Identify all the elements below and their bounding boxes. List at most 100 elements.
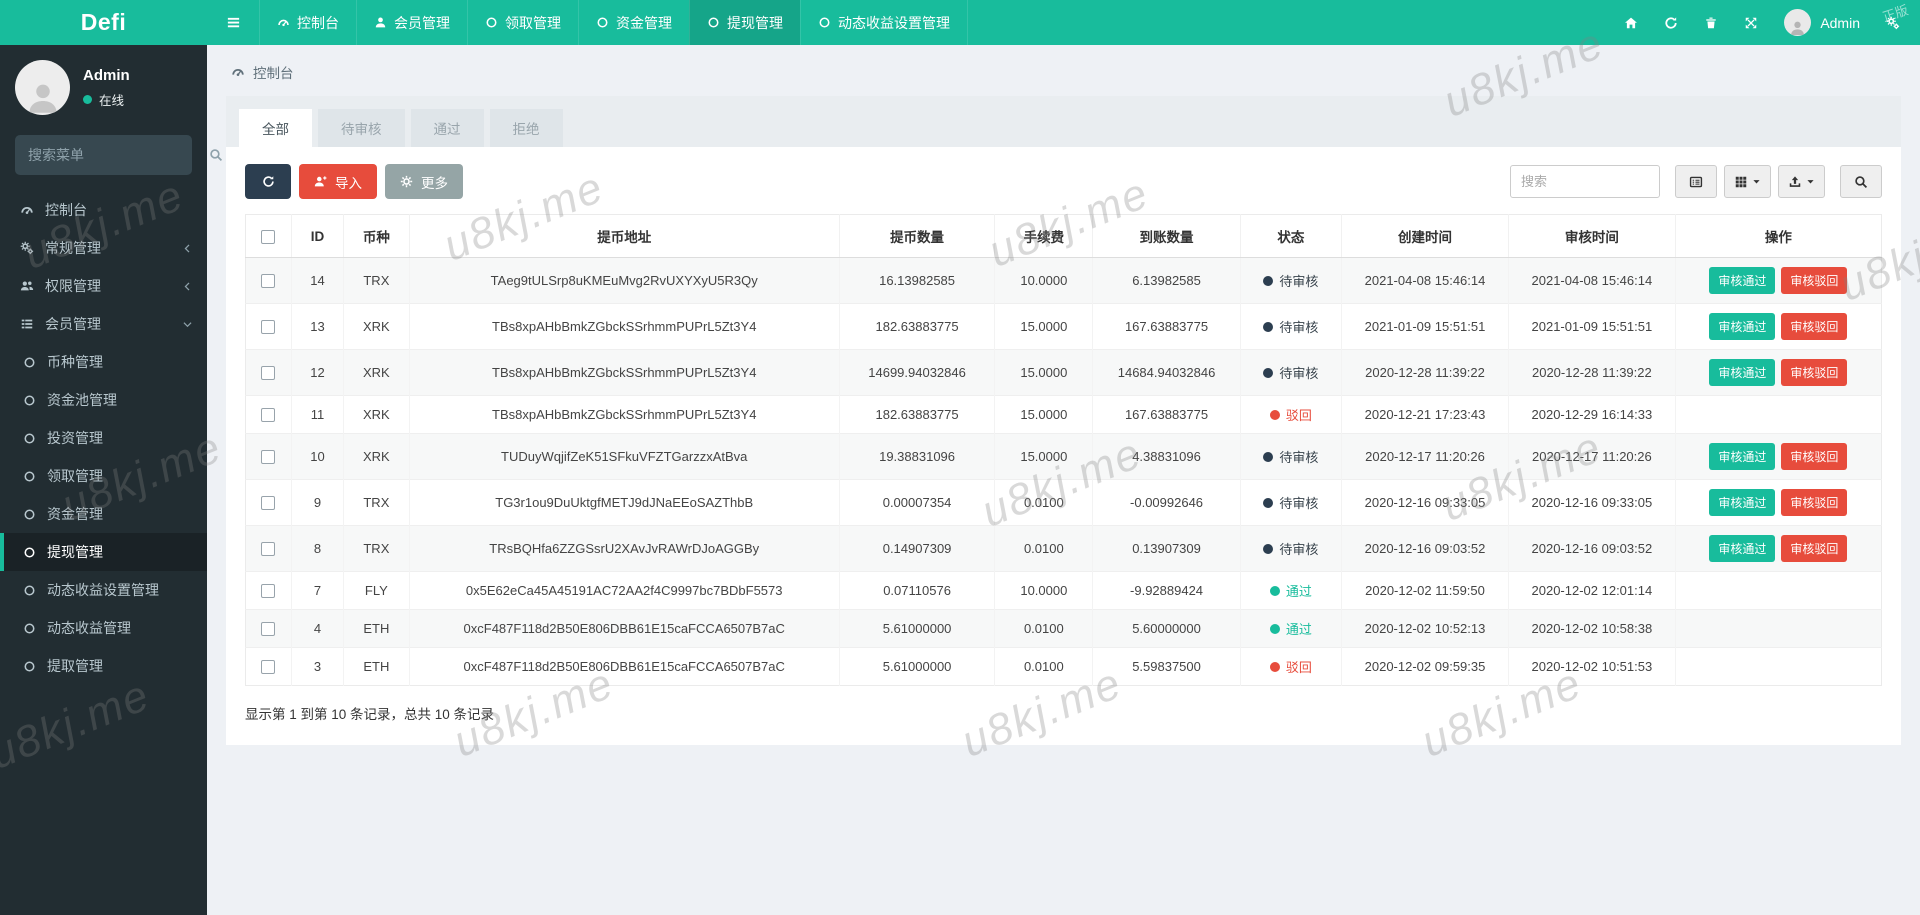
tab-inactive[interactable]: 拒绝	[490, 109, 563, 147]
row-checkbox[interactable]	[261, 622, 275, 636]
reject-button[interactable]: 审核驳回	[1781, 489, 1847, 516]
topnav-items: 控制台会员管理领取管理资金管理提现管理动态收益设置管理	[259, 0, 968, 45]
status-label: 通过	[1286, 619, 1312, 638]
row-actions: 审核通过审核驳回	[1675, 304, 1881, 350]
table-body: 14TRXTAeg9tULSrp8uKMEuMvg2RvUXYXyU5R3Qy1…	[246, 258, 1882, 686]
sidebar-item-sub[interactable]: 动态收益管理	[0, 609, 207, 647]
trash-icon[interactable]	[1704, 16, 1718, 30]
export-button[interactable]	[1778, 165, 1825, 198]
row-status: 待审核	[1240, 304, 1341, 350]
circle-o-icon	[818, 16, 831, 29]
tab-inactive[interactable]: 通过	[411, 109, 484, 147]
row-checkbox[interactable]	[261, 408, 275, 422]
row-checkbox[interactable]	[261, 542, 275, 556]
column-header: 到账数量	[1093, 215, 1240, 258]
sidebar-item-sub[interactable]: 领取管理	[0, 457, 207, 495]
circle-o-icon	[23, 546, 36, 559]
topnav-item[interactable]: 提现管理	[689, 0, 800, 45]
column-header: ID	[291, 215, 343, 258]
status-label: 待审核	[1279, 493, 1318, 512]
select-all-checkbox[interactable]	[261, 230, 275, 244]
approve-button[interactable]: 审核通过	[1709, 359, 1775, 386]
reject-button[interactable]: 审核驳回	[1781, 267, 1847, 294]
approve-button[interactable]: 审核通过	[1709, 267, 1775, 294]
row-arrival: 167.63883775	[1093, 304, 1240, 350]
topnav-item[interactable]: 会员管理	[356, 0, 467, 45]
row-checkbox[interactable]	[261, 496, 275, 510]
status-dot-icon	[1263, 368, 1273, 378]
topnav-item[interactable]: 资金管理	[578, 0, 689, 45]
sidebar-item-label: 提取管理	[47, 656, 103, 676]
row-checkbox[interactable]	[261, 584, 275, 598]
row-checkbox[interactable]	[261, 660, 275, 674]
search-icon[interactable]	[209, 148, 223, 162]
fullscreen-icon[interactable]	[1744, 16, 1758, 30]
sidebar: Admin 在线 控制台常规管理权限管理会员管理币种管理资金池管理投资管理领取管…	[0, 45, 207, 915]
table-search-input[interactable]	[1510, 165, 1660, 198]
row-select-cell	[246, 480, 292, 526]
row-address: TBs8xpAHbBmkZGbckSSrhmmPUPrL5Zt3Y4	[409, 396, 839, 434]
status-dot-icon	[1263, 322, 1273, 332]
row-address: 0x5E62eCa45A45191AC72AA2f4C9997bc7BDbF55…	[409, 572, 839, 610]
tab-inactive[interactable]: 待审核	[318, 109, 405, 147]
withdraw-panel: 全部待审核通过拒绝 导入 更多	[226, 96, 1901, 745]
sidebar-item-main[interactable]: 常规管理	[0, 229, 207, 267]
sidebar-search-input[interactable]	[28, 147, 209, 163]
topnav-item[interactable]: 控制台	[259, 0, 356, 45]
sidebar-item-main[interactable]: 权限管理	[0, 267, 207, 305]
refresh-icon[interactable]	[1664, 16, 1678, 30]
approve-button[interactable]: 审核通过	[1709, 443, 1775, 470]
sidebar-item-label: 控制台	[45, 200, 87, 220]
reject-button[interactable]: 审核驳回	[1781, 443, 1847, 470]
sidebar-item-label: 币种管理	[47, 352, 103, 372]
table-row: 9TRXTG3r1ou9DuUktgfMETJ9dJNaEEoSAZThbB0.…	[246, 480, 1882, 526]
search-button[interactable]	[1840, 165, 1882, 198]
topnav-item[interactable]: 动态收益设置管理	[800, 0, 968, 45]
import-button[interactable]: 导入	[299, 164, 377, 199]
sidebar-item-sub[interactable]: 提取管理	[0, 647, 207, 685]
cogs-icon[interactable]	[1886, 16, 1900, 30]
row-arrival: 14684.94032846	[1093, 350, 1240, 396]
topnav-item[interactable]: 领取管理	[467, 0, 578, 45]
refresh-button[interactable]	[245, 164, 291, 199]
reject-button[interactable]: 审核驳回	[1781, 313, 1847, 340]
user-menu[interactable]: Admin	[1784, 9, 1860, 36]
sidebar-item-sub[interactable]: 币种管理	[0, 343, 207, 381]
row-checkbox[interactable]	[261, 274, 275, 288]
sidebar-toggle-button[interactable]	[207, 0, 259, 45]
row-actions	[1675, 572, 1881, 610]
row-fee: 0.0100	[995, 526, 1093, 572]
approve-button[interactable]: 审核通过	[1709, 489, 1775, 516]
reject-button[interactable]: 审核驳回	[1781, 359, 1847, 386]
row-id: 9	[291, 480, 343, 526]
columns-button[interactable]	[1724, 165, 1771, 198]
sidebar-item-sub[interactable]: 投资管理	[0, 419, 207, 457]
toggle-view-button[interactable]	[1675, 165, 1717, 198]
reject-button[interactable]: 审核驳回	[1781, 535, 1847, 562]
column-header: 提币地址	[409, 215, 839, 258]
row-actions: 审核通过审核驳回	[1675, 350, 1881, 396]
row-select-cell	[246, 350, 292, 396]
sidebar-item-sub[interactable]: 资金池管理	[0, 381, 207, 419]
more-button[interactable]: 更多	[385, 164, 463, 199]
row-fee: 15.0000	[995, 304, 1093, 350]
table-row: 4ETH0xcF487F118d2B50E806DBB61E15caFCCA65…	[246, 610, 1882, 648]
sidebar-item-main[interactable]: 会员管理	[0, 305, 207, 343]
tab-active[interactable]: 全部	[239, 109, 312, 147]
row-checkbox[interactable]	[261, 320, 275, 334]
row-amount: 16.13982585	[839, 258, 994, 304]
home-icon[interactable]	[1624, 16, 1638, 30]
circle-o-icon	[23, 394, 36, 407]
status-label: 待审核	[1279, 447, 1318, 466]
sidebar-item-sub[interactable]: 提现管理	[0, 533, 207, 571]
row-checkbox[interactable]	[261, 366, 275, 380]
grid-icon	[1734, 175, 1748, 189]
sidebar-item-sub[interactable]: 动态收益设置管理	[0, 571, 207, 609]
sidebar-item-sub[interactable]: 资金管理	[0, 495, 207, 533]
row-checkbox[interactable]	[261, 450, 275, 464]
table-row: 7FLY0x5E62eCa45A45191AC72AA2f4C9997bc7BD…	[246, 572, 1882, 610]
approve-button[interactable]: 审核通过	[1709, 313, 1775, 340]
approve-button[interactable]: 审核通过	[1709, 535, 1775, 562]
breadcrumb-label: 控制台	[253, 62, 294, 82]
sidebar-item-main[interactable]: 控制台	[0, 191, 207, 229]
